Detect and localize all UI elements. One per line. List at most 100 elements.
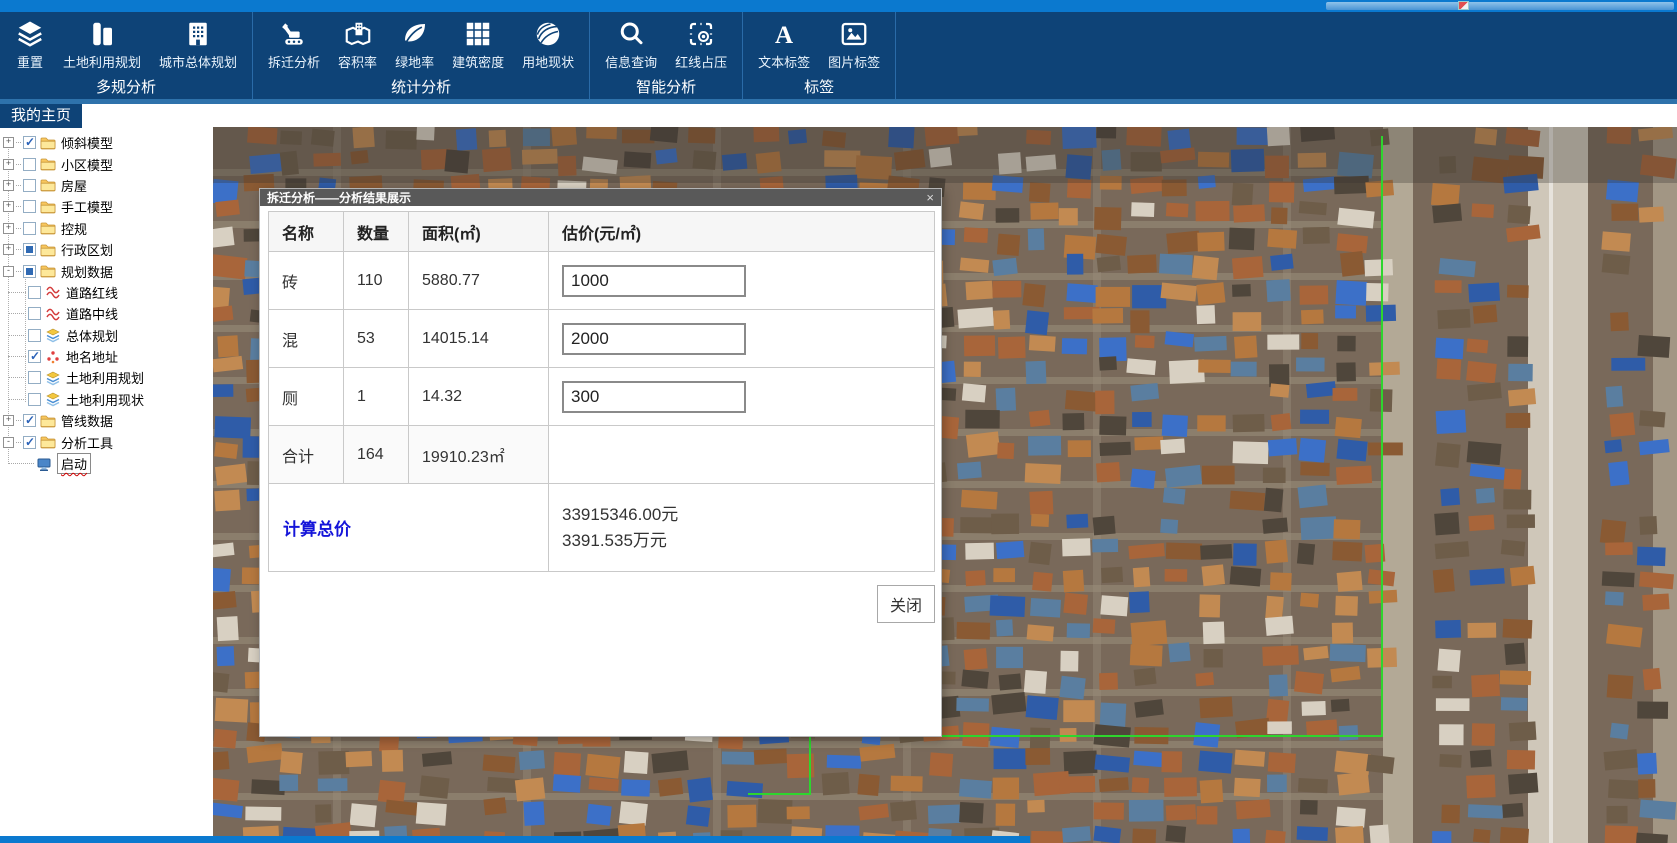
toolbar-button-label: 拆迁分析 bbox=[268, 52, 320, 71]
cell-name: 厕 bbox=[269, 368, 344, 426]
tree-expand-toggle[interactable] bbox=[3, 266, 14, 277]
toolbar-button[interactable]: 城市总体规划 bbox=[159, 19, 237, 71]
tree-item[interactable]: 行政区划 bbox=[0, 239, 213, 260]
tree-item[interactable]: 总体规划 bbox=[0, 325, 213, 346]
browser-address-bar bbox=[1326, 2, 1674, 10]
close-icon[interactable]: × bbox=[926, 189, 934, 206]
tree-expand-toggle[interactable] bbox=[3, 159, 14, 170]
tree-item[interactable]: 分析工具 bbox=[0, 431, 213, 452]
layer-tree-panel: 倾斜模型小区模型房屋手工模型控规行政区划规划数据道路红线道路中线总体规划地名地址… bbox=[0, 128, 213, 836]
layers-small-icon bbox=[45, 327, 61, 343]
tree-expand-toggle[interactable] bbox=[3, 180, 14, 191]
tree-checkbox[interactable] bbox=[28, 286, 41, 299]
favicon-icon bbox=[1458, 1, 1469, 10]
table-total-row: 合计16419910.23㎡ bbox=[269, 426, 935, 484]
tree-expand-toggle[interactable] bbox=[3, 415, 14, 426]
toolbar-group: A文本标签图片标签标签 bbox=[743, 12, 896, 99]
toolbar-button[interactable]: 重置 bbox=[15, 19, 45, 71]
toolbar-button[interactable]: A文本标签 bbox=[758, 19, 810, 71]
toolbar-button[interactable]: 信息查询 bbox=[605, 19, 657, 71]
tree-checkbox[interactable] bbox=[23, 222, 36, 235]
table-row: 混5314015.14 bbox=[269, 310, 935, 368]
tree-item-label: 地名地址 bbox=[66, 347, 118, 366]
tree-item-label: 倾斜模型 bbox=[61, 133, 113, 152]
layers-icon bbox=[15, 19, 45, 49]
tab-my-homepage[interactable]: 我的主页 bbox=[0, 104, 82, 128]
cell-area: 19910.23㎡ bbox=[409, 426, 549, 484]
tree-item[interactable]: 倾斜模型 bbox=[0, 132, 213, 153]
toolbar-group-label: 标签 bbox=[804, 76, 834, 97]
tree-expand-toggle[interactable] bbox=[3, 223, 14, 234]
monitor-icon bbox=[36, 456, 52, 472]
column-header: 数量 bbox=[344, 212, 409, 252]
tree-expand-toggle[interactable] bbox=[3, 137, 14, 148]
price-input[interactable] bbox=[562, 323, 746, 355]
tree-item[interactable]: 道路红线 bbox=[0, 282, 213, 303]
cell-count: 164 bbox=[344, 426, 409, 484]
tree-checkbox[interactable] bbox=[23, 243, 36, 256]
tree-checkbox[interactable] bbox=[23, 200, 36, 213]
tree-item[interactable]: 道路中线 bbox=[0, 303, 213, 324]
tree-item-label: 小区模型 bbox=[61, 155, 113, 174]
city-building-icon bbox=[183, 19, 213, 49]
toolbar-button[interactable]: 容积率 bbox=[338, 19, 377, 71]
dialog-titlebar: 拆迁分析——分析结果展示 × bbox=[260, 189, 941, 206]
tree-item-label: 行政区划 bbox=[61, 240, 113, 259]
toolbar-group-label: 统计分析 bbox=[391, 76, 451, 97]
column-header: 面积(㎡) bbox=[409, 212, 549, 252]
table-header-row: 名称数量面积(㎡)估价(元/㎡) bbox=[269, 212, 935, 252]
tree-checkbox[interactable] bbox=[23, 158, 36, 171]
tree-checkbox[interactable] bbox=[28, 329, 41, 342]
table-row: 厕114.32 bbox=[269, 368, 935, 426]
tree-checkbox[interactable] bbox=[23, 436, 36, 449]
tree-checkbox[interactable] bbox=[28, 350, 41, 363]
toolbar-group: 拆迁分析容积率绿地率建筑密度用地现状统计分析 bbox=[253, 12, 590, 99]
toolbar-button[interactable]: 用地现状 bbox=[522, 19, 574, 71]
layers-small-icon bbox=[45, 370, 61, 386]
tree-item[interactable]: 规划数据 bbox=[0, 260, 213, 281]
toolbar-button[interactable]: 图片标签 bbox=[828, 19, 880, 71]
tree-item[interactable]: 手工模型 bbox=[0, 196, 213, 217]
tree-checkbox[interactable] bbox=[28, 371, 41, 384]
tree-checkbox[interactable] bbox=[28, 307, 41, 320]
toolbar-button[interactable]: 红线占压 bbox=[675, 19, 727, 71]
close-button[interactable]: 关闭 bbox=[877, 585, 935, 623]
tree-expand-toggle[interactable] bbox=[3, 437, 14, 448]
toolbar-group: 信息查询红线占压智能分析 bbox=[590, 12, 743, 99]
folder-icon bbox=[40, 177, 56, 193]
excavator-icon bbox=[279, 19, 309, 49]
tree-checkbox[interactable] bbox=[23, 136, 36, 149]
column-header: 估价(元/㎡) bbox=[549, 212, 935, 252]
tree-expand-toggle[interactable] bbox=[3, 244, 14, 255]
globe-icon bbox=[533, 19, 563, 49]
tree-item[interactable]: 地名地址 bbox=[0, 346, 213, 367]
tree-checkbox[interactable] bbox=[28, 393, 41, 406]
image-label-icon bbox=[839, 19, 869, 49]
tree-item[interactable]: 启动 bbox=[0, 453, 213, 474]
toolbar-button[interactable]: 拆迁分析 bbox=[268, 19, 320, 71]
tree-item[interactable]: 小区模型 bbox=[0, 153, 213, 174]
price-input[interactable] bbox=[562, 265, 746, 297]
calculate-total-link[interactable]: 计算总价 bbox=[269, 484, 549, 572]
tree-expand-toggle[interactable] bbox=[3, 201, 14, 212]
tree-checkbox[interactable] bbox=[23, 414, 36, 427]
toolbar-button[interactable]: 建筑密度 bbox=[452, 19, 504, 71]
tree-item[interactable]: 控规 bbox=[0, 218, 213, 239]
column-header: 名称 bbox=[269, 212, 344, 252]
tree-checkbox[interactable] bbox=[23, 179, 36, 192]
toolbar-button[interactable]: 土地利用规划 bbox=[63, 19, 141, 71]
tree-checkbox[interactable] bbox=[23, 265, 36, 278]
toolbar-button-label: 城市总体规划 bbox=[159, 52, 237, 71]
cell-name: 合计 bbox=[269, 426, 344, 484]
tree-item[interactable]: 管线数据 bbox=[0, 410, 213, 431]
toolbar-button[interactable]: 绿地率 bbox=[395, 19, 434, 71]
toolbar-group-label: 多规分析 bbox=[96, 76, 156, 97]
analysis-result-table: 名称数量面积(㎡)估价(元/㎡)砖1105880.77混5314015.14厕1… bbox=[268, 211, 935, 572]
leaf-icon bbox=[400, 19, 430, 49]
redline-icon bbox=[686, 19, 716, 49]
toolbar-button-label: 红线占压 bbox=[675, 52, 727, 71]
tree-item[interactable]: 土地利用现状 bbox=[0, 389, 213, 410]
tree-item[interactable]: 土地利用规划 bbox=[0, 367, 213, 388]
price-input[interactable] bbox=[562, 381, 746, 413]
tree-item[interactable]: 房屋 bbox=[0, 175, 213, 196]
